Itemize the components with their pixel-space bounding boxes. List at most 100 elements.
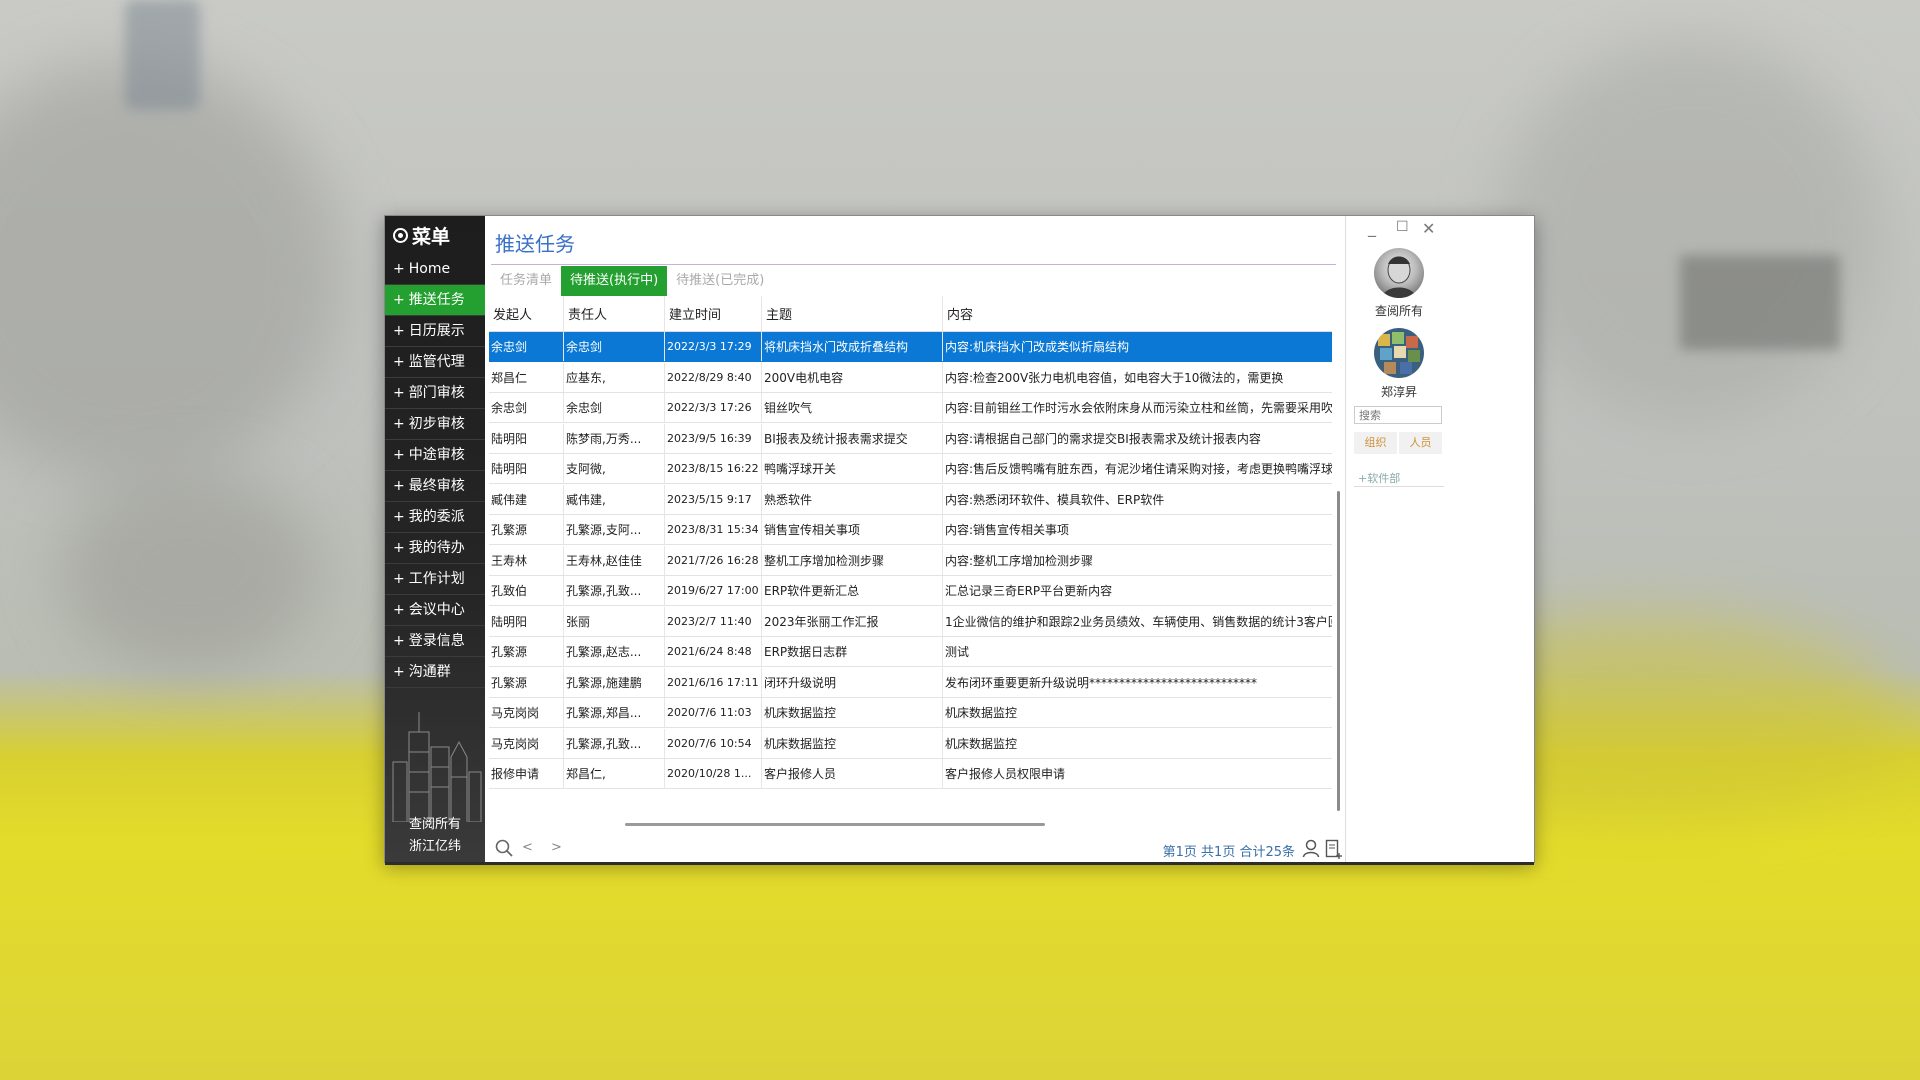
table-row[interactable]: 陆明阳 陈梦雨,万秀... 2023/9/5 16:39 BI报表及统计报表需求提交内… [489,423,1332,454]
table-row[interactable]: 王寿林 王寿林,赵佳佳 2021/7/26 16:28 整机工序增加检测步骤 内容:整机… [489,545,1332,576]
sidebar-item-my-delegation[interactable]: + 我的委派 [385,502,485,533]
column-header-subject[interactable]: 主题 [762,296,943,331]
add-document-icon[interactable] [1325,839,1343,859]
org-tab-bar: 组织 人员 [1354,432,1444,454]
plus-icon: + [393,447,405,463]
horizontal-scrollbar[interactable] [625,823,1045,826]
cell-owner: 余忠剑 [564,393,665,422]
tab-organization[interactable]: 组织 [1354,432,1397,454]
cell-initiator: 孔繁源 [489,667,564,697]
table-row[interactable]: 孔致伯 孔繁源,孔致... 2019/6/27 17:00 ERP软件更新汇总 汇总记录… [489,576,1332,606]
sidebar-item-final-review[interactable]: + 最终审核 [385,471,485,502]
table-row[interactable]: 孔繁源 孔繁源,赵志... 2021/6/24 8:48 ERP数据日志群 测试 [489,637,1332,667]
maximize-button[interactable]: ☐ [1396,219,1409,235]
column-header-content[interactable]: 内容 [943,296,1332,331]
sidebar-item-push-task[interactable]: + 推送任务 [385,285,485,316]
cell-subject: 钼丝吹气 [762,393,943,422]
user-icon[interactable] [1302,839,1320,858]
background-blob [60,470,320,670]
cell-owner: 孔繁源,孔致... [564,576,665,605]
avatar[interactable] [1374,248,1424,298]
table-row[interactable]: 马克岗岗 孔繁源,孔致... 2020/7/6 10:54 机床数据监控 机床数据监控 [489,728,1332,759]
person-portrait-icon [1382,256,1416,298]
search-input[interactable] [1354,406,1442,424]
cell-content: 内容:请根据自己部门的需求提交BI报表需求及统计报表内容 [945,431,1261,446]
sidebar-item-supervision[interactable]: + 监管代理 [385,347,485,378]
cell-initiator: 马克岗岗 [489,698,564,727]
column-header-owner[interactable]: 责任人 [564,296,665,331]
table-row[interactable]: 臧伟建 臧伟建, 2023/5/15 9:17 熟悉软件 内容:熟悉闭环软件、模具软件、… [489,484,1332,515]
column-header-created-time[interactable]: 建立时间 [665,296,762,331]
cell-created-time: 2021/6/24 8:48 [665,637,762,666]
cell-initiator: 郑昌仁 [489,362,564,392]
cell-owner: 孔繁源,郑昌... [564,698,665,727]
plus-icon: + [393,540,405,556]
sidebar-item-dept-review[interactable]: + 部门审核 [385,378,485,409]
cell-owner: 余忠剑 [564,332,665,361]
table-row[interactable]: 余忠剑 余忠剑 2022/3/3 17:26 钼丝吹气 内容:目前钼丝工作时污水会依附床… [489,393,1332,423]
sidebar-item-login-info[interactable]: + 登录信息 [385,626,485,657]
prev-page-button[interactable]: < [522,840,533,855]
sidebar-item-label: 监管代理 [408,354,465,370]
sidebar-item-home[interactable]: + Home [385,254,485,285]
avatar[interactable] [1374,328,1424,378]
cell-owner: 张丽 [564,606,665,636]
next-page-button[interactable]: > [551,840,562,855]
sidebar: 菜单 + Home + 推送任务 + 日历展示 + 监管代理 + 部门审核 + 初步审核 +… [385,216,485,862]
table-row[interactable]: 报修申请 郑昌仁, 2020/10/28 1... 客户报修人员 客户报修人员权限申请 [489,759,1332,789]
sidebar-item-chat-group[interactable]: + 沟通群 [385,657,485,688]
cell-owner: 郑昌仁, [564,759,665,788]
sidebar-item-label: 部门审核 [408,385,465,401]
cell-created-time: 2023/9/5 16:39 [665,423,762,453]
vertical-scrollbar[interactable] [1337,491,1340,811]
sidebar-footer-view-all[interactable]: 查阅所有 [385,814,485,836]
tab-pending-in-progress[interactable]: 待推送(执行中) [561,266,668,296]
sidebar-item-label: 日历展示 [408,323,465,339]
column-header-initiator[interactable]: 发起人 [489,296,564,331]
minimize-button[interactable]: _ [1368,218,1376,237]
cell-created-time: 2023/8/31 15:34 [665,515,762,544]
plus-icon: + [393,509,405,525]
background-board [1680,255,1840,350]
cell-owner: 孔繁源,施建鹏 [564,667,665,697]
sidebar-item-meeting-center[interactable]: + 会议中心 [385,595,485,626]
cell-owner: 孔繁源,赵志... [564,637,665,666]
cell-content: 内容:机床挡水门改成类似折扇结构 [945,340,1130,354]
cell-subject: 机床数据监控 [762,698,943,727]
table-row[interactable]: 马克岗岗 孔繁源,郑昌... 2020/7/6 11:03 机床数据监控 机床数据监控 [489,698,1332,728]
cell-created-time: 2021/7/26 16:28 [665,545,762,575]
tree-item-software-dept[interactable]: +软件部 [1358,470,1400,486]
close-button[interactable]: ✕ [1422,219,1435,238]
cell-owner: 臧伟建, [564,484,665,514]
cell-owner: 应基东, [564,362,665,392]
collage-avatar-icon [1378,332,1420,374]
sidebar-item-initial-review[interactable]: + 初步审核 [385,409,485,440]
cell-initiator: 陆明阳 [489,423,564,453]
table-row[interactable]: 陆明阳 张丽 2023/2/7 11:40 2023年张丽工作汇报 1企业微信的维护和跟… [489,606,1332,637]
sidebar-item-my-todo[interactable]: + 我的待办 [385,533,485,564]
sidebar-item-work-plan[interactable]: + 工作计划 [385,564,485,595]
background-lamp [125,0,200,110]
cell-content: 1企业微信的维护和跟踪2业务员绩效、车辆使用、销售数据的统计3客户回访4客户信息 [945,614,1332,629]
table-row[interactable]: 孔繁源 孔繁源,支阿... 2023/8/31 15:34 销售宣传相关事项 内容:销售… [489,515,1332,545]
table-row[interactable]: 余忠剑 余忠剑 2022/3/3 17:29 将机床挡水门改成折叠结构 内容:机床挡水门… [489,332,1332,362]
tab-people[interactable]: 人员 [1399,432,1442,454]
menu-header[interactable]: 菜单 [385,216,485,254]
cell-subject: 机床数据监控 [762,728,943,758]
cell-created-time: 2023/8/15 16:22 [665,454,762,483]
task-table: 发起人 责任人 建立时间 主题 内容 余忠剑 余忠剑 2022/3/3 17:29 将… [489,296,1332,801]
search-icon[interactable] [495,839,513,857]
sidebar-item-calendar[interactable]: + 日历展示 [385,316,485,347]
sidebar-item-label: 会议中心 [408,602,465,618]
cell-content: 发布闭环重要更新升级说明**************************** [945,675,1258,690]
tab-pending-completed[interactable]: 待推送(已完成) [667,266,773,296]
table-row[interactable]: 郑昌仁 应基东, 2022/8/29 8:40 200V电机电容 内容:检查200V张力… [489,362,1332,393]
table-row[interactable]: 陆明阳 支阿微, 2023/8/15 16:22 鸭嘴浮球开关 内容:售后反馈鸭嘴有脏东… [489,454,1332,484]
tab-task-list[interactable]: 任务清单 [491,266,561,296]
sidebar-footer: 查阅所有 浙江亿纬 [385,814,485,858]
table-row[interactable]: 孔繁源 孔繁源,施建鹏 2021/6/16 17:11 闭环升级说明 发布闭环重要更新升… [489,667,1332,698]
sidebar-item-label: 中途审核 [408,447,465,463]
cell-owner: 陈梦雨,万秀... [564,423,665,453]
cell-initiator: 余忠剑 [489,332,564,361]
sidebar-item-midway-review[interactable]: + 中途审核 [385,440,485,471]
